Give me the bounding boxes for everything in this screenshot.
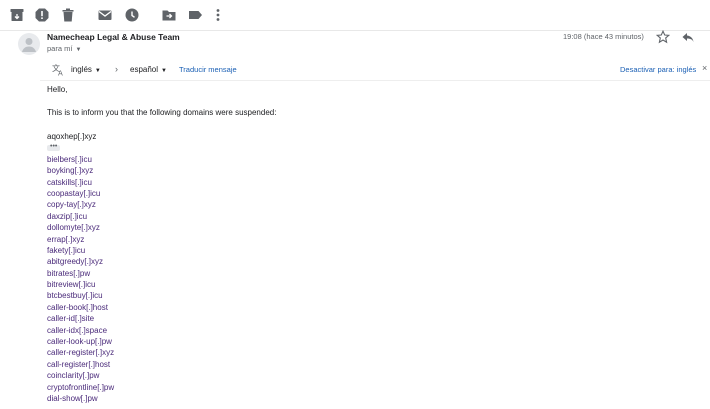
translate-message-link[interactable]: Traducir mensaje — [179, 65, 237, 74]
source-language-dropdown[interactable]: inglés ▼ — [71, 65, 101, 74]
list-item: ••• — [47, 142, 114, 153]
avatar — [18, 33, 40, 55]
list-item: caller-book[.]host — [47, 302, 108, 312]
recipient-details[interactable]: para mí ▼ — [47, 44, 81, 53]
list-item: cryptofrontline[.]pw — [47, 382, 115, 392]
message-toolbar — [0, 0, 710, 31]
dropdown-arrow-icon: ▼ — [161, 68, 167, 74]
disable-translation-link[interactable]: Desactivar para: inglés — [620, 65, 696, 74]
reply-icon[interactable] — [681, 30, 695, 44]
message-timestamp: 19:08 (hace 43 minutos) — [563, 32, 644, 41]
recipient-label: para mí — [47, 44, 73, 53]
list-item: copy-tay[.]xyz — [47, 200, 96, 210]
domain-list: aqoxhep[.]xyz ••• bielbers[.]icu boyking… — [47, 131, 114, 404]
move-to-icon[interactable] — [161, 7, 177, 23]
sender-name: Namecheap Legal & Abuse Team — [47, 32, 180, 42]
list-item: call-register[.]host — [47, 359, 111, 369]
list-item: dollomyte[.]xyz — [47, 223, 100, 233]
svg-text:A: A — [58, 70, 63, 77]
caret-down-icon[interactable]: ▼ — [75, 47, 81, 53]
list-item: coinclarity[.]pw — [47, 371, 100, 381]
intro-text: This is to inform you that the following… — [47, 108, 277, 117]
list-item: caller-id[.]site — [47, 314, 95, 324]
list-item: boyking[.]xyz — [47, 166, 94, 176]
label-icon[interactable] — [187, 7, 203, 23]
list-item: caller-look-up[.]pw — [47, 337, 112, 347]
chevron-right-icon: › — [115, 64, 118, 74]
list-item: bielbers[.]icu — [47, 154, 92, 164]
list-item: bitreview[.]icu — [47, 280, 96, 290]
list-item: caller-register[.]xyz — [47, 348, 115, 358]
list-item: abitgreedy[.]xyz — [47, 257, 104, 267]
more-icon[interactable] — [210, 7, 226, 23]
list-item: bitrates[.]pw — [47, 268, 91, 278]
target-language-dropdown[interactable]: español ▼ — [130, 65, 167, 74]
list-item: catskills[.]icu — [47, 177, 92, 187]
translate-bar: 文A inglés ▼ › español ▼ Traducir mensaje D… — [40, 60, 710, 81]
dropdown-arrow-icon: ▼ — [94, 68, 101, 74]
list-item: btcbestbuy[.]icu — [47, 291, 103, 301]
list-item: errap[.]xyz — [47, 234, 85, 244]
person-icon — [22, 38, 36, 52]
archive-icon[interactable] — [9, 7, 25, 23]
list-item: coopastay[.]icu — [47, 188, 101, 198]
snooze-icon[interactable] — [124, 7, 140, 23]
list-item: caller-idx[.]space — [47, 325, 108, 335]
target-language-label: español — [130, 65, 159, 74]
star-icon[interactable] — [656, 30, 670, 44]
greeting: Hello, — [47, 85, 68, 94]
list-item: aqoxhep[.]xyz — [47, 132, 97, 141]
report-spam-icon[interactable] — [34, 7, 50, 23]
delete-icon[interactable] — [60, 7, 76, 23]
list-item: dial-show[.]pw — [47, 393, 98, 403]
show-trimmed-content-button[interactable]: ••• — [47, 143, 61, 152]
close-icon[interactable]: × — [702, 63, 707, 73]
list-item: fakety[.]icu — [47, 245, 86, 255]
list-item: daxzip[.]icu — [47, 211, 88, 221]
source-language-label: inglés — [71, 65, 92, 74]
mark-unread-icon[interactable] — [97, 7, 113, 23]
translate-icon: 文A — [52, 63, 65, 76]
